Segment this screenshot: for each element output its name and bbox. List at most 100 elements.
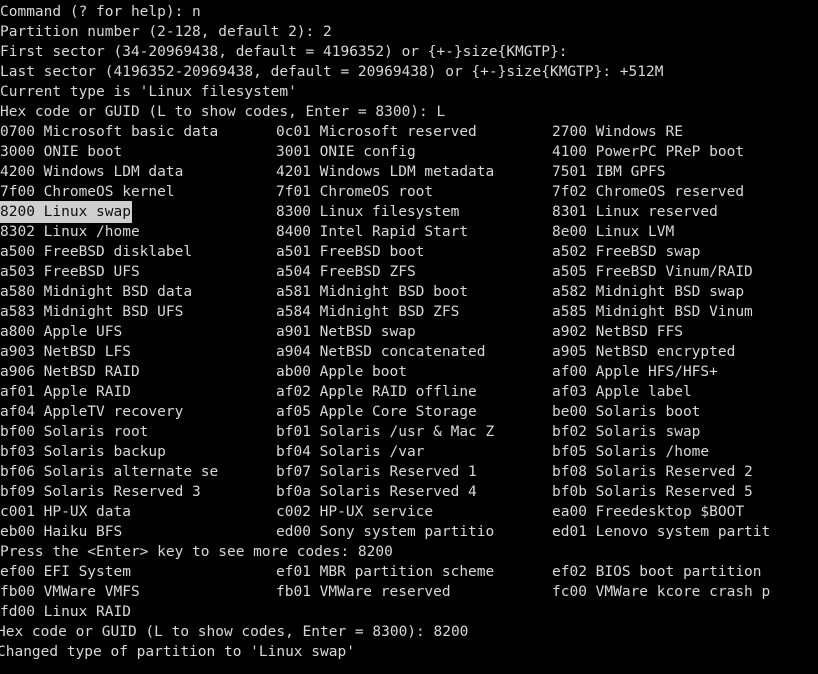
partition-type-entry: af00 Apple HFS/HFS+ (552, 364, 718, 380)
partition-type-entry: bf0a Solaris Reserved 4 (276, 484, 477, 500)
partition-type-entry: ef00 EFI System (0, 564, 131, 580)
partition-type-entry: a504 FreeBSD ZFS (276, 264, 416, 280)
partition-type-entry: bf01 Solaris /usr & Mac Z (276, 424, 495, 440)
partition-type-entry: fb01 VMWare reserved (276, 584, 451, 600)
partition-type-entry: bf08 Solaris Reserved 2 (552, 464, 753, 480)
partition-type-entry: a505 FreeBSD Vinum/RAID (552, 264, 753, 280)
partition-type-entry: a800 Apple UFS (0, 324, 123, 340)
partition-type-entry: a903 NetBSD LFS (0, 344, 131, 360)
terminal-line-prompt-3: Last sector (4196352-20969438, default =… (0, 64, 664, 80)
partition-type-row: a800 Apple UFS a901 NetBSD swap a902 NetBS… (0, 322, 818, 342)
partition-type-row: bf00 Solaris root bf01 Solaris /usr & Mac… (0, 422, 818, 442)
partition-type-entry: a500 FreeBSD disklabel (0, 244, 193, 260)
partition-type-entry: 7f02 ChromeOS reserved (552, 184, 745, 200)
partition-type-row: a500 FreeBSD disklabel a501 FreeBSD boot a… (0, 242, 818, 262)
partition-type-entry: bf09 Solaris Reserved 3 (0, 484, 201, 500)
partition-type-entry: bf07 Solaris Reserved 1 (276, 464, 477, 480)
partition-type-entry: bf03 Solaris backup (0, 444, 166, 460)
partition-type-entry: c001 HP-UX data (0, 504, 131, 520)
partition-type-entry: 4200 Windows LDM data (0, 164, 184, 180)
partition-type-row: a583 Midnight BSD UFS a584 Midnight BSD Z… (0, 302, 818, 322)
partition-type-row: 7f00 ChromeOS kernel 7f01 ChromeOS root 7f… (0, 182, 818, 202)
partition-type-entry: 8400 Intel Rapid Start (276, 224, 469, 240)
gdisk-prompt-block: Command (? for help): n Partition number … (0, 2, 818, 122)
partition-type-entry: a902 NetBSD FFS (552, 324, 683, 340)
partition-type-row: af01 Apple RAID af02 Apple RAID offline af… (0, 382, 818, 402)
partition-type-row: a903 NetBSD LFS a904 NetBSD concatenated a… (0, 342, 818, 362)
partition-type-entry: 4100 PowerPC PReP boot (552, 144, 745, 160)
partition-type-entry: 0700 Microsoft basic data (0, 124, 219, 140)
partition-type-row: fd00 Linux RAID (0, 602, 818, 622)
partition-type-entry: a904 NetBSD concatenated (276, 344, 486, 360)
partition-type-entry: bf02 Solaris swap (552, 424, 701, 440)
partition-type-entry: a501 FreeBSD boot (276, 244, 425, 260)
partition-type-entry: af04 AppleTV recovery (0, 404, 184, 420)
partition-type-row: 0700 Microsoft basic data 0c01 Microsoft … (0, 122, 818, 142)
partition-type-entry: 8300 Linux filesystem (276, 204, 460, 220)
partition-type-row: 8302 Linux /home 8400 Intel Rapid Start 8e… (0, 222, 818, 242)
partition-type-row: ef00 EFI System ef01 MBR partition scheme… (0, 562, 818, 582)
partition-type-entry: fb00 VMWare VMFS (0, 584, 140, 600)
partition-type-entry: a503 FreeBSD UFS (0, 264, 140, 280)
partition-type-code-table-page2: ef00 EFI System ef01 MBR partition scheme… (0, 562, 818, 622)
partition-type-entry: a906 NetBSD RAID (0, 364, 140, 380)
partition-type-entry: a585 Midnight BSD Vinum (552, 304, 753, 320)
partition-type-entry: a584 Midnight BSD ZFS (276, 304, 460, 320)
terminal-window[interactable]: Command (? for help): n Partition number … (0, 0, 818, 674)
partition-type-entry: 7f00 ChromeOS kernel (0, 184, 175, 200)
partition-type-row: af04 AppleTV recovery af05 Apple Core Sto… (0, 402, 818, 422)
partition-type-entry: 7501 IBM GPFS (552, 164, 666, 180)
partition-type-code-table: 0700 Microsoft basic data 0c01 Microsoft … (0, 122, 818, 542)
partition-type-row: bf09 Solaris Reserved 3 bf0a Solaris Rese… (0, 482, 818, 502)
terminal-line-prompt-2: First sector (34-20969438, default = 419… (0, 44, 568, 60)
partition-type-entry: 8301 Linux reserved (552, 204, 718, 220)
partition-type-entry: ef01 MBR partition scheme (276, 564, 495, 580)
partition-type-entry: bf00 Solaris root (0, 424, 149, 440)
partition-type-entry: be00 Solaris boot (552, 404, 701, 420)
partition-type-row: eb00 Haiku BFS ed00 Sony system partitio e… (0, 522, 818, 542)
partition-type-entry: ed00 Sony system partitio (276, 524, 495, 540)
partition-type-entry: ef02 BIOS boot partition (552, 564, 762, 580)
partition-type-row: a906 NetBSD RAID ab00 Apple boot af00 Appl… (0, 362, 818, 382)
partition-type-entry: bf04 Solaris /var (276, 444, 425, 460)
partition-type-entry: 8e00 Linux LVM (552, 224, 675, 240)
partition-type-row: fb00 VMWare VMFS fb01 VMWare reserved fc00… (0, 582, 818, 602)
partition-type-entry: af03 Apple label (552, 384, 692, 400)
partition-type-entry: 8302 Linux /home (0, 224, 140, 240)
partition-type-row: bf06 Solaris alternate se bf07 Solaris Re… (0, 462, 818, 482)
partition-type-entry: c002 HP-UX service (276, 504, 434, 520)
partition-type-entry: eb00 Haiku BFS (0, 524, 123, 540)
partition-type-entry: 3000 ONIE boot (0, 144, 123, 160)
partition-type-entry: fd00 Linux RAID (0, 604, 131, 620)
partition-type-row: 8200 Linux swap 8300 Linux filesystem 8301… (0, 201, 818, 223)
partition-type-entry: a901 NetBSD swap (276, 324, 416, 340)
partition-type-entry: af05 Apple Core Storage (276, 404, 477, 420)
partition-type-entry: 3001 ONIE config (276, 144, 416, 160)
partition-type-entry: ed01 Lenovo system partit (552, 524, 771, 540)
terminal-line-prompt-4: Current type is 'Linux filesystem' (0, 84, 297, 100)
partition-type-entry: a583 Midnight BSD UFS (0, 304, 184, 320)
partition-type-entry: fc00 VMWare kcore crash p (552, 584, 771, 600)
terminal-line-prompt-0: Command (? for help): n (0, 4, 201, 20)
terminal-line-result-0: Hex code or GUID (L to show codes, Enter… (0, 624, 469, 640)
terminal-line-prompt-1: Partition number (2-128, default 2): 2 (0, 24, 332, 40)
partition-type-entry: a580 Midnight BSD data (0, 284, 193, 300)
partition-type-entry: 0c01 Microsoft reserved (276, 124, 477, 140)
partition-type-row: a503 FreeBSD UFS a504 FreeBSD ZFS a505 Fre… (0, 262, 818, 282)
partition-type-row: 3000 ONIE boot 3001 ONIE config 4100 Power… (0, 142, 818, 162)
partition-type-row: 4200 Windows LDM data 4201 Windows LDM me… (0, 162, 818, 182)
partition-type-entry: af02 Apple RAID offline (276, 384, 477, 400)
partition-type-entry: 2700 Windows RE (552, 124, 683, 140)
partition-type-entry: 4201 Windows LDM metadata (276, 164, 495, 180)
partition-type-entry: a581 Midnight BSD boot (276, 284, 469, 300)
partition-type-entry: af01 Apple RAID (0, 384, 131, 400)
partition-type-entry: a905 NetBSD encrypted (552, 344, 736, 360)
partition-type-row: c001 HP-UX data c002 HP-UX service ea00 Fr… (0, 502, 818, 522)
partition-type-entry-selected: 8200 Linux swap (0, 201, 132, 223)
terminal-line-result-1: Changed type of partition to 'Linux swap… (0, 644, 355, 660)
partition-type-entry: 7f01 ChromeOS root (276, 184, 434, 200)
partition-type-entry: a582 Midnight BSD swap (552, 284, 745, 300)
partition-type-row: a580 Midnight BSD data a581 Midnight BSD … (0, 282, 818, 302)
partition-type-entry: bf05 Solaris /home (552, 444, 710, 460)
gdisk-result-block: Hex code or GUID (L to show codes, Enter… (0, 622, 818, 662)
